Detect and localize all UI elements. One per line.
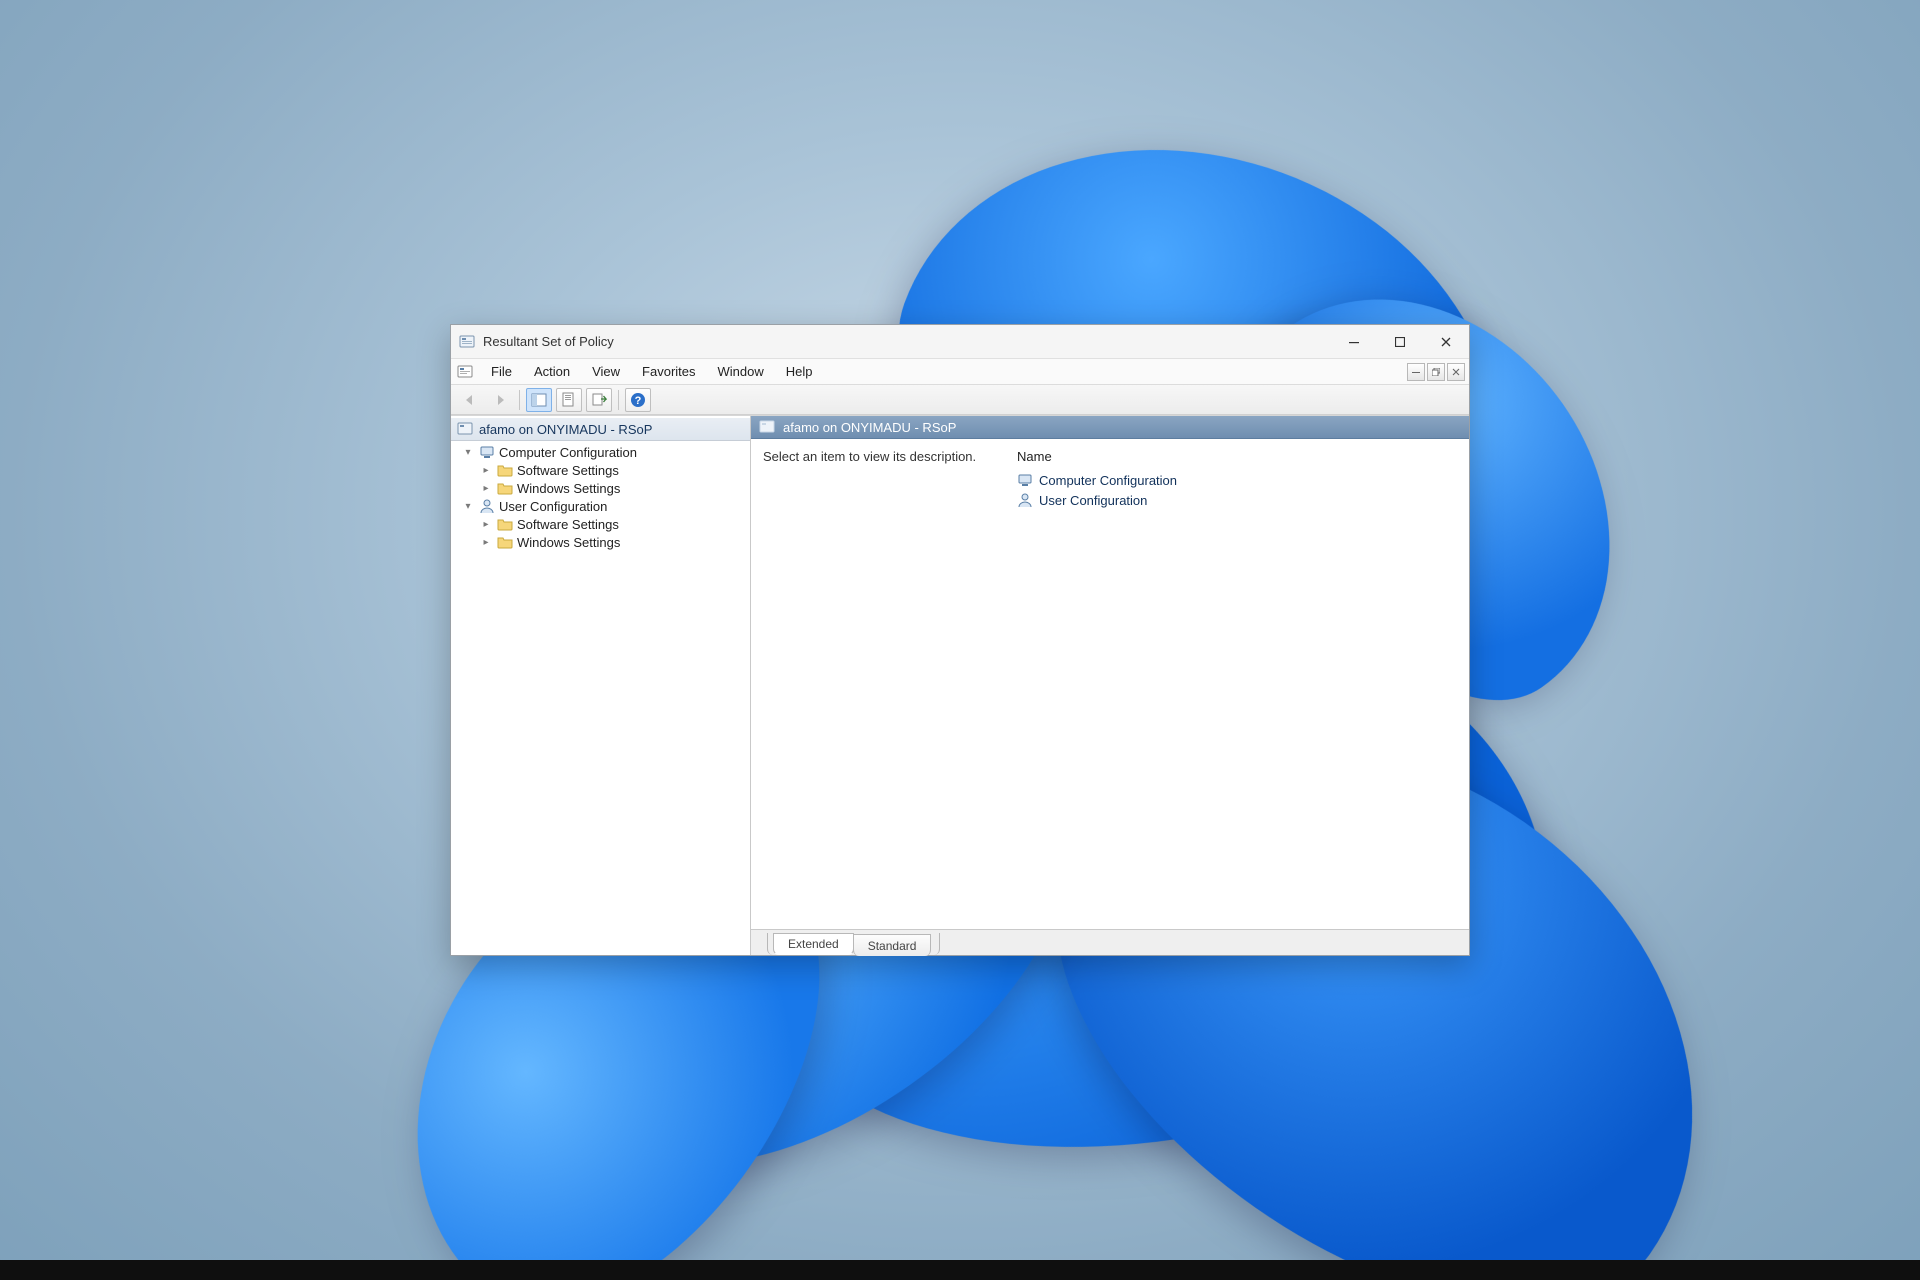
tree-node-cc-windows-settings[interactable]: ▸ Windows Settings (455, 479, 750, 497)
tree-label: Windows Settings (517, 535, 620, 550)
description-prompt: Select an item to view its description. (763, 449, 976, 464)
tab-label: Extended (788, 937, 839, 951)
tree-label: Computer Configuration (499, 445, 637, 460)
tab-extended[interactable]: Extended (773, 933, 854, 955)
tree-label: Software Settings (517, 517, 619, 532)
rsop-root-icon (759, 419, 775, 435)
mdi-window-controls (1407, 363, 1469, 381)
tree-root-header[interactable]: afamo on ONYIMADU - RSoP (451, 418, 750, 441)
tree-root-label: afamo on ONYIMADU - RSoP (479, 422, 652, 437)
folder-icon (497, 516, 513, 532)
folder-icon (497, 534, 513, 550)
tree-label: Software Settings (517, 463, 619, 478)
chevron-right-icon[interactable]: ▸ (479, 537, 493, 548)
list-column: Name Computer Configuration User Config (1017, 449, 1457, 919)
tree-label: User Configuration (499, 499, 607, 514)
mmc-icon (457, 364, 473, 380)
tree-node-uc-software-settings[interactable]: ▸ Software Settings (455, 515, 750, 533)
tree-node-uc-windows-settings[interactable]: ▸ Windows Settings (455, 533, 750, 551)
user-icon (479, 498, 495, 514)
details-header: afamo on ONYIMADU - RSoP (751, 416, 1469, 439)
window-title: Resultant Set of Policy (483, 334, 614, 349)
tab-label: Standard (868, 939, 917, 953)
description-column: Select an item to view its description. (763, 449, 993, 919)
tab-standard[interactable]: Standard (853, 934, 932, 956)
computer-icon (479, 444, 495, 460)
menu-file[interactable]: File (481, 361, 522, 382)
toolbar-export-list-button[interactable] (586, 388, 612, 412)
folder-icon (497, 480, 513, 496)
mdi-restore-button[interactable] (1427, 363, 1445, 381)
details-tabstrip: Extended Standard (751, 929, 1469, 955)
mdi-close-button[interactable] (1447, 363, 1465, 381)
user-icon (1017, 492, 1033, 508)
tree-node-user-configuration[interactable]: ▾ User Configuration (455, 497, 750, 515)
chevron-down-icon[interactable]: ▾ (461, 447, 475, 458)
svg-text:?: ? (635, 395, 642, 407)
list-item-computer-configuration[interactable]: Computer Configuration (1017, 470, 1457, 490)
menu-view[interactable]: View (582, 361, 630, 382)
computer-icon (1017, 472, 1033, 488)
details-header-title: afamo on ONYIMADU - RSoP (783, 420, 956, 435)
folder-icon (497, 462, 513, 478)
maximize-button[interactable] (1377, 325, 1423, 359)
toolbar-separator (618, 390, 619, 410)
app-icon (459, 334, 475, 350)
toolbar-show-hide-tree-button[interactable] (526, 388, 552, 412)
toolbar-separator (519, 390, 520, 410)
rsop-root-icon (457, 421, 473, 437)
menu-help[interactable]: Help (776, 361, 823, 382)
menu-window[interactable]: Window (708, 361, 774, 382)
minimize-button[interactable] (1331, 325, 1377, 359)
list-item-label: Computer Configuration (1039, 473, 1177, 488)
tree-node-cc-software-settings[interactable]: ▸ Software Settings (455, 461, 750, 479)
menubar: File Action View Favorites Window Help (451, 361, 823, 382)
taskbar (0, 1260, 1920, 1280)
details-pane: afamo on ONYIMADU - RSoP Select an item … (751, 416, 1469, 955)
tree-pane[interactable]: afamo on ONYIMADU - RSoP ▾ Computer Conf… (451, 416, 751, 955)
menu-favorites[interactable]: Favorites (632, 361, 705, 382)
mdi-minimize-button[interactable] (1407, 363, 1425, 381)
chevron-down-icon[interactable]: ▾ (461, 501, 475, 512)
toolbar: ? (451, 385, 1469, 415)
close-button[interactable] (1423, 325, 1469, 359)
chevron-right-icon[interactable]: ▸ (479, 483, 493, 494)
chevron-right-icon[interactable]: ▸ (479, 519, 493, 530)
tree-label: Windows Settings (517, 481, 620, 496)
toolbar-properties-button[interactable] (556, 388, 582, 412)
toolbar-help-button[interactable]: ? (625, 388, 651, 412)
chevron-right-icon[interactable]: ▸ (479, 465, 493, 476)
list-column-header-name[interactable]: Name (1017, 449, 1457, 470)
rsop-window: Resultant Set of Policy File Action View… (450, 324, 1470, 956)
titlebar[interactable]: Resultant Set of Policy (451, 325, 1469, 359)
tree-node-computer-configuration[interactable]: ▾ Computer Configuration (455, 443, 750, 461)
toolbar-forward-button[interactable] (487, 388, 513, 412)
list-item-label: User Configuration (1039, 493, 1147, 508)
list-item-user-configuration[interactable]: User Configuration (1017, 490, 1457, 510)
toolbar-back-button[interactable] (457, 388, 483, 412)
menu-action[interactable]: Action (524, 361, 580, 382)
